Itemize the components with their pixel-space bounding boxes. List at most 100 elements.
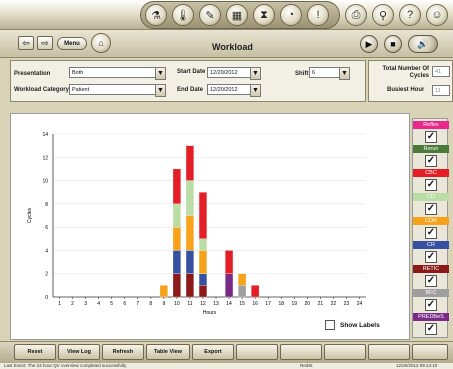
user-icon[interactable]: ☺ [426,4,448,26]
back-arrow-icon[interactable]: ⇦ [18,36,34,50]
category-select[interactable]: Patient [69,84,165,95]
menu-button[interactable]: Menu [57,37,87,50]
x-tick-label: 13 [213,301,219,307]
legend-item-cdr: CDR ✓ [413,217,449,241]
presentation-select[interactable]: Both [69,67,165,78]
legend-label: BFC [413,289,449,297]
legend-checkbox[interactable]: ✓ [425,179,437,191]
legend-checkbox[interactable]: ✓ [425,275,437,287]
start-date-label: Start Date [177,69,206,75]
gauge-icon[interactable]: ◔ [280,4,302,26]
bar-segment [198,273,208,286]
x-tick-label: 7 [136,301,139,307]
presentation-label: Presentation [14,71,51,77]
x-tick-label: 18 [278,301,284,307]
legend-checkbox[interactable]: ✓ [425,299,437,311]
y-tick-label: 8 [45,202,48,208]
forward-arrow-icon[interactable]: ⇨ [37,36,53,50]
x-tick-label: 16 [252,301,258,307]
empty-button [324,344,366,360]
x-tick-label: 10 [174,301,180,307]
x-tick-label: 2 [71,301,74,307]
chevron-down-icon[interactable]: ▼ [155,67,166,80]
bar-segment [251,285,260,298]
legend-label: CD [413,193,449,201]
legend-item-cd: CD ✓ [413,193,449,217]
category-label: Workload Category [14,87,69,93]
legend-checkbox[interactable]: ✓ [425,155,437,167]
legend-checkbox[interactable]: ✓ [425,323,437,335]
chevron-down-icon[interactable]: ▼ [250,67,261,80]
filter-panel: Presentation Both ▼ Workload Category Pa… [10,60,366,102]
legend-item-cr: CR ✓ [413,241,449,265]
home-icon[interactable]: ⌂ [91,33,111,53]
bar-segment [185,215,194,251]
bar-segment [198,285,208,298]
printer-icon[interactable]: ⎙ [345,4,367,26]
table-view-button[interactable]: Table View [146,344,190,360]
show-labels-label: Show Labels [340,322,380,329]
view-log-button[interactable]: View Log [58,344,100,360]
x-tick-label: 17 [265,301,271,307]
alert-icon[interactable]: ! [307,4,329,26]
x-tick-label: 12 [200,301,206,307]
y-axis-label: Cycles [27,208,33,224]
empty-button [236,344,278,360]
legend-item-bfc: BFC ✓ [413,289,449,313]
legend-checkbox[interactable]: ✓ [425,131,437,143]
show-labels-checkbox[interactable] [325,320,335,330]
document-icon[interactable]: ✎ [199,4,221,26]
magnifier-icon[interactable]: ⚲ [372,4,394,26]
x-tick-label: 21 [318,301,324,307]
bar-segment [185,273,194,298]
legend-label: PREDBeS [413,313,449,321]
legend-label: CR [413,241,449,249]
stop-icon[interactable]: ■ [384,35,402,53]
series-legend: Reflex ✓ Rerun ✓ CBC ✓ CD ✓ CDR ✓ CR ✓ RETIC ✓ BFC ✓ PRE… [412,118,449,338]
bar-segment [198,192,208,239]
bar-segment [224,273,234,298]
play-icon[interactable]: ▶ [360,35,378,53]
bar-segment [185,250,194,274]
busiest-hour-label: Busiest Hour [387,87,425,93]
reset-button[interactable]: Reset [14,344,56,360]
bar-segment [238,273,247,286]
bar-segment [185,180,194,216]
legend-item-reflex: Reflex ✓ [413,121,449,145]
legend-label: Reflex [413,121,449,129]
legend-item-predbes: PREDBeS ✓ [413,313,449,337]
hourglass-icon[interactable]: ⧗ [253,4,275,26]
end-date-label: End Date [177,87,204,93]
export-button[interactable]: Export [192,344,234,360]
legend-checkbox[interactable]: ✓ [425,203,437,215]
y-tick-label: 14 [42,132,48,138]
x-tick-label: 4 [97,301,100,307]
chevron-down-icon[interactable]: ▼ [155,84,166,97]
chevron-down-icon[interactable]: ▼ [339,67,350,80]
x-tick-label: 23 [344,301,350,307]
help-icon[interactable]: ? [399,4,421,26]
bar-segment [238,285,247,298]
legend-checkbox[interactable]: ✓ [425,251,437,263]
x-tick-label: 22 [331,301,337,307]
legend-label: RETIC [413,265,449,273]
keyboard-icon[interactable]: ▦ [226,4,248,26]
legend-checkbox[interactable]: ✓ [425,227,437,239]
legend-label: CDR [413,217,449,225]
bar-segment [172,273,181,298]
empty-button [280,344,322,360]
empty-button [368,344,410,360]
x-tick-label: 24 [357,301,363,307]
x-tick-label: 8 [149,301,152,307]
refresh-button[interactable]: Refresh [102,344,144,360]
bar-segment [198,238,208,251]
x-tick-label: 14 [226,301,232,307]
x-tick-label: 6 [123,301,126,307]
chevron-down-icon[interactable]: ▼ [250,84,261,97]
reagent-icon[interactable]: ⚗ [145,4,167,26]
x-tick-label: 11 [187,301,192,307]
thermometer-icon[interactable]: 🌡 [172,4,194,26]
legend-item-cbc: CBC ✓ [413,169,449,193]
legend-item-rerun: Rerun ✓ [413,145,449,169]
sound-icon[interactable]: 🔊 [408,35,438,53]
